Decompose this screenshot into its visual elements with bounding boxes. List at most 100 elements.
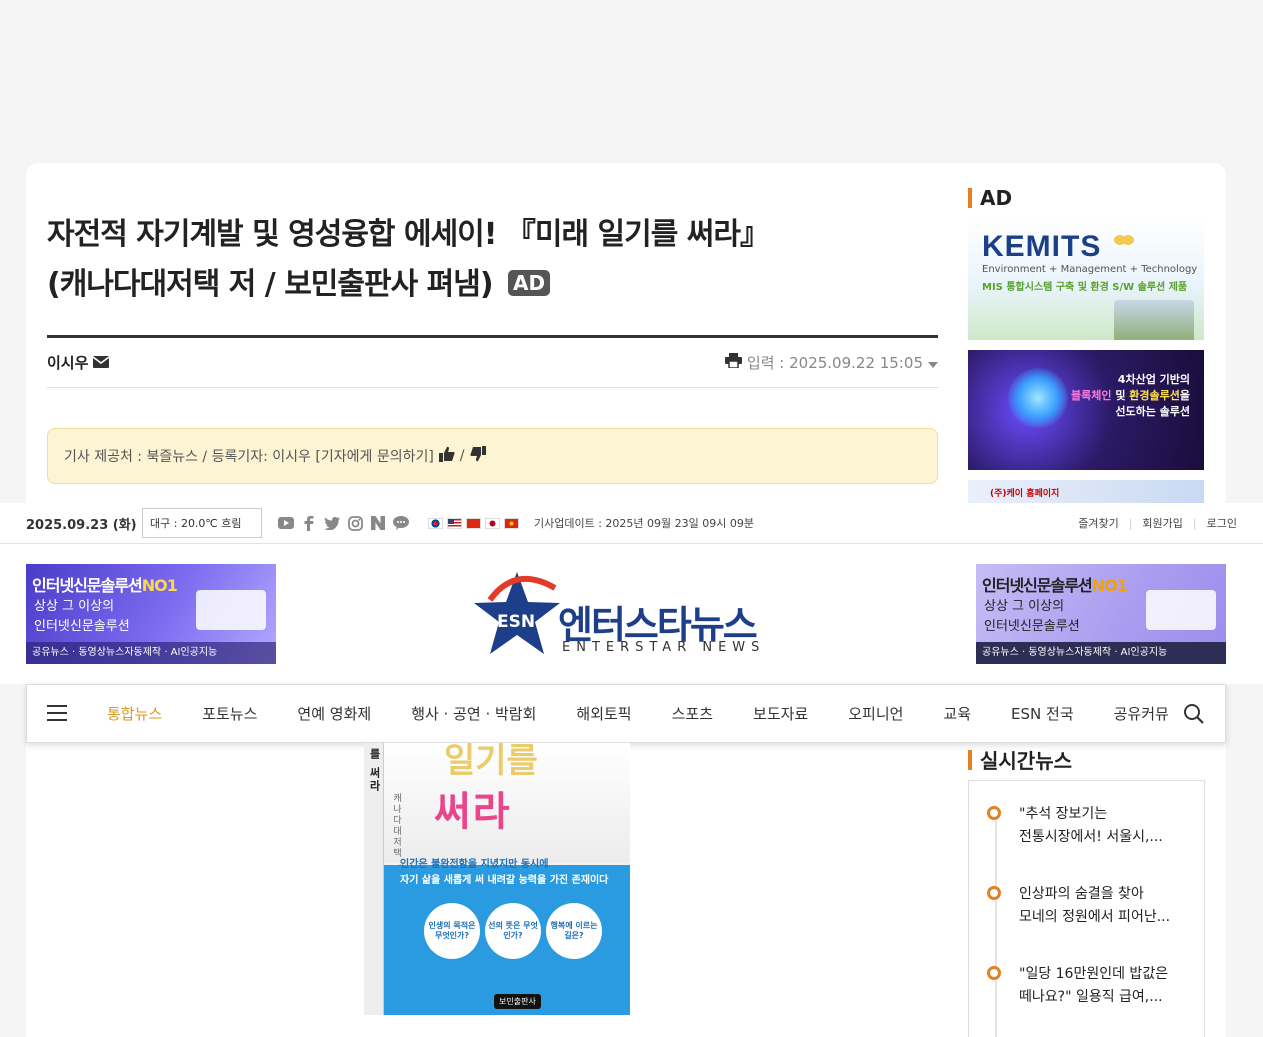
timeline-dot-icon: [987, 886, 1001, 900]
section-bar: [968, 188, 972, 208]
twitter-icon[interactable]: [324, 515, 340, 531]
hamburger-menu-icon[interactable]: [47, 705, 67, 721]
kemits-brand: KEMITS: [982, 230, 1102, 263]
current-date: 2025.09.23 (화): [26, 517, 137, 533]
last-update: 기사업데이트 : 2025년 09월 23일 09시 09분: [534, 517, 754, 530]
house-illustration: [1114, 300, 1194, 340]
banner-footer: 공유뉴스 · 동영상뉴스자동제작 · AI인공지능: [976, 642, 1226, 664]
china-flag-icon[interactable]: [466, 517, 481, 529]
solution-line2: 블록체인 및 환경솔루션을: [1071, 389, 1190, 402]
facebook-icon[interactable]: [301, 515, 317, 531]
site-logo[interactable]: ESN 엔터스타뉴스 ENTERSTAR NEWS: [470, 570, 780, 660]
title-divider: [47, 335, 938, 338]
vietnam-flag-icon[interactable]: [504, 517, 519, 529]
nav-item-integrated-news[interactable]: 통합뉴스: [87, 703, 182, 724]
caret-down-icon[interactable]: [928, 354, 938, 372]
book-cover-title-top: 일기를: [444, 743, 538, 781]
site-header: 인터넷신문솔루션NO1 상상 그 이상의 인터넷신문솔루션 공유뉴스 · 동영상뉴…: [0, 544, 1263, 684]
byline: 이시우: [47, 352, 110, 373]
book-tagline2: 자기 삶을 새롭게 써 내려갈 능력을 가진 존재이다: [400, 875, 609, 886]
banner-illustration: [1146, 590, 1216, 630]
bookmark-link[interactable]: 즐겨찾기: [1078, 515, 1118, 531]
banner-headline: 인터넷신문솔루션NO1: [32, 576, 178, 595]
nav-item-press[interactable]: 보도자료: [733, 703, 828, 724]
article-title: 자전적 자기계발 및 영성융합 에세이! 『미래 일기를 써라』 (캐나다대저택…: [47, 210, 947, 310]
kemits-ad-banner[interactable]: KEMITS Environment + Management + Techno…: [968, 220, 1204, 340]
nav-item-photo-news[interactable]: 포토뉴스: [182, 703, 277, 724]
book-cover: 일기를 써라 캐나다대저택 지음 인간은 불완전함을 지녔지만 동시에 자기 삶…: [384, 743, 630, 1015]
butterfly-icon: [1114, 232, 1134, 252]
social-links: [278, 515, 409, 531]
nav-item-community[interactable]: 공유커뮤: [1094, 703, 1189, 724]
book-cover-title: 써라: [434, 789, 512, 835]
usa-flag-icon[interactable]: [447, 517, 462, 529]
solution-ad-text: 4차산업 기반의 블록체인 및 환경솔루션을 선도하는 솔루션: [1071, 372, 1190, 420]
instagram-icon[interactable]: [347, 515, 363, 531]
book-question-3: 행복에 이르는 길은?: [546, 903, 602, 959]
nav-item-education[interactable]: 교육: [923, 703, 991, 724]
star-logo-icon: ESN: [470, 570, 565, 660]
banner-illustration: [196, 590, 266, 630]
envelope-icon[interactable]: [92, 354, 110, 372]
nav-items: 통합뉴스 포토뉴스 연예 영화제 행사 · 공연 · 박람회 해외토픽 스포츠 …: [87, 685, 1189, 742]
banner-headline: 인터넷신문솔루션NO1: [982, 576, 1128, 595]
dateline: 입력 : 2025.09.22 15:05: [724, 352, 938, 373]
print-icon[interactable]: [724, 353, 742, 372]
naver-icon[interactable]: [370, 515, 386, 531]
realtime-news-list: "추석 장보기는 전통시장에서! 서울시,... 인상파의 숨결을 찾아 모네의 정…: [968, 780, 1205, 1037]
nav-item-events[interactable]: 행사 · 공연 · 박람회: [391, 703, 556, 724]
korea-flag-icon[interactable]: [428, 517, 443, 529]
ad-badge: AD: [508, 270, 551, 296]
book-spine: 를 써라: [364, 743, 384, 1015]
timeline-dot-icon: [987, 806, 1001, 820]
meta-divider: [47, 387, 938, 388]
realtime-news-header: 실시간뉴스: [968, 745, 1072, 774]
thumbs-up-icon[interactable]: [438, 446, 455, 466]
solution-line1: 4차산업 기반의: [1117, 373, 1190, 386]
japan-flag-icon[interactable]: [485, 517, 500, 529]
source-box: 기사 제공처 : 북즐뉴스 / 등록기자: 이시우 [기자에게 문의하기] /: [47, 428, 938, 484]
signup-link[interactable]: 회원가입: [1142, 515, 1182, 531]
brain-illustration: [1008, 368, 1068, 428]
realtime-news-title: 실시간뉴스: [980, 749, 1072, 773]
solution-ad-banner[interactable]: 4차산업 기반의 블록체인 및 환경솔루션을 선도하는 솔루션: [968, 350, 1204, 470]
nav-item-entertainment[interactable]: 연예 영화제: [277, 703, 391, 724]
article-title-line1: 자전적 자기계발 및 영성융합 에세이! 『미래 일기를 써라』: [47, 217, 770, 252]
book-spine-title: 를 써라: [368, 748, 381, 793]
top-bar: 2025.09.23 (화) 대구 : 20.0℃ 흐림 기사업데이트 : 20…: [0, 503, 1263, 544]
source-separator: /: [459, 448, 465, 464]
book-question-1: 인생의 목적은 무엇인가?: [424, 903, 480, 959]
section-bar: [968, 749, 972, 770]
kakao-icon[interactable]: [393, 515, 409, 531]
header-ad-left[interactable]: 인터넷신문솔루션NO1 상상 그 이상의 인터넷신문솔루션 공유뉴스 · 동영상뉴…: [26, 564, 276, 664]
login-link[interactable]: 로그인: [1207, 515, 1237, 531]
ad-section-title: AD: [980, 186, 1013, 210]
article-title-line2: (캐나다대저택 저 / 보민출판사 펴냄): [47, 267, 494, 302]
timeline-dot-icon: [987, 966, 1001, 980]
kemits-sub1: Environment + Management + Technology: [982, 264, 1198, 275]
nav-item-world[interactable]: 해외토픽: [556, 703, 651, 724]
nav-item-opinion[interactable]: 오피니언: [828, 703, 923, 724]
header-ad-right[interactable]: 인터넷신문솔루션NO1 상상 그 이상의 인터넷신문솔루션 공유뉴스 · 동영상뉴…: [976, 564, 1226, 664]
publish-date: 입력 : 2025.09.22 15:05: [746, 354, 923, 372]
language-flags: [428, 517, 519, 529]
homepage-ad-banner[interactable]: (주)케이 홈페이지: [968, 480, 1204, 504]
weather-widget[interactable]: 대구 : 20.0℃ 흐림: [142, 508, 262, 538]
kemits-sub2: MIS 통합시스템 구축 및 환경 S/W 솔루션 제품: [982, 282, 1188, 293]
nav-item-esn-nationwide[interactable]: ESN 전국: [991, 703, 1094, 724]
svg-text:ESN: ESN: [497, 612, 535, 632]
book-tagline1: 인간은 불완전함을 지녔지만 동시에: [400, 859, 549, 870]
source-text[interactable]: 기사 제공처 : 북즐뉴스 / 등록기자: 이시우 [기자에게 문의하기]: [64, 446, 434, 466]
book-publisher: 보민출판사: [494, 994, 541, 1009]
search-icon[interactable]: [1183, 703, 1205, 725]
main-nav: 통합뉴스 포토뉴스 연예 영화제 행사 · 공연 · 박람회 해외토픽 스포츠 …: [26, 684, 1226, 743]
homepage-ad-text: (주)케이 홈페이지: [990, 489, 1060, 499]
user-links: 즐겨찾기 | 회원가입 | 로그인: [1078, 515, 1237, 531]
book-question-2: 선의 뜻은 무엇인가?: [485, 903, 541, 959]
nav-item-sports[interactable]: 스포츠: [652, 703, 733, 724]
thumbs-down-icon[interactable]: [470, 446, 486, 466]
author-name[interactable]: 이시우: [47, 352, 88, 373]
solution-line3: 선도하는 솔루션: [1115, 405, 1190, 418]
timeline-line: [995, 811, 997, 1037]
youtube-icon[interactable]: [278, 515, 294, 531]
